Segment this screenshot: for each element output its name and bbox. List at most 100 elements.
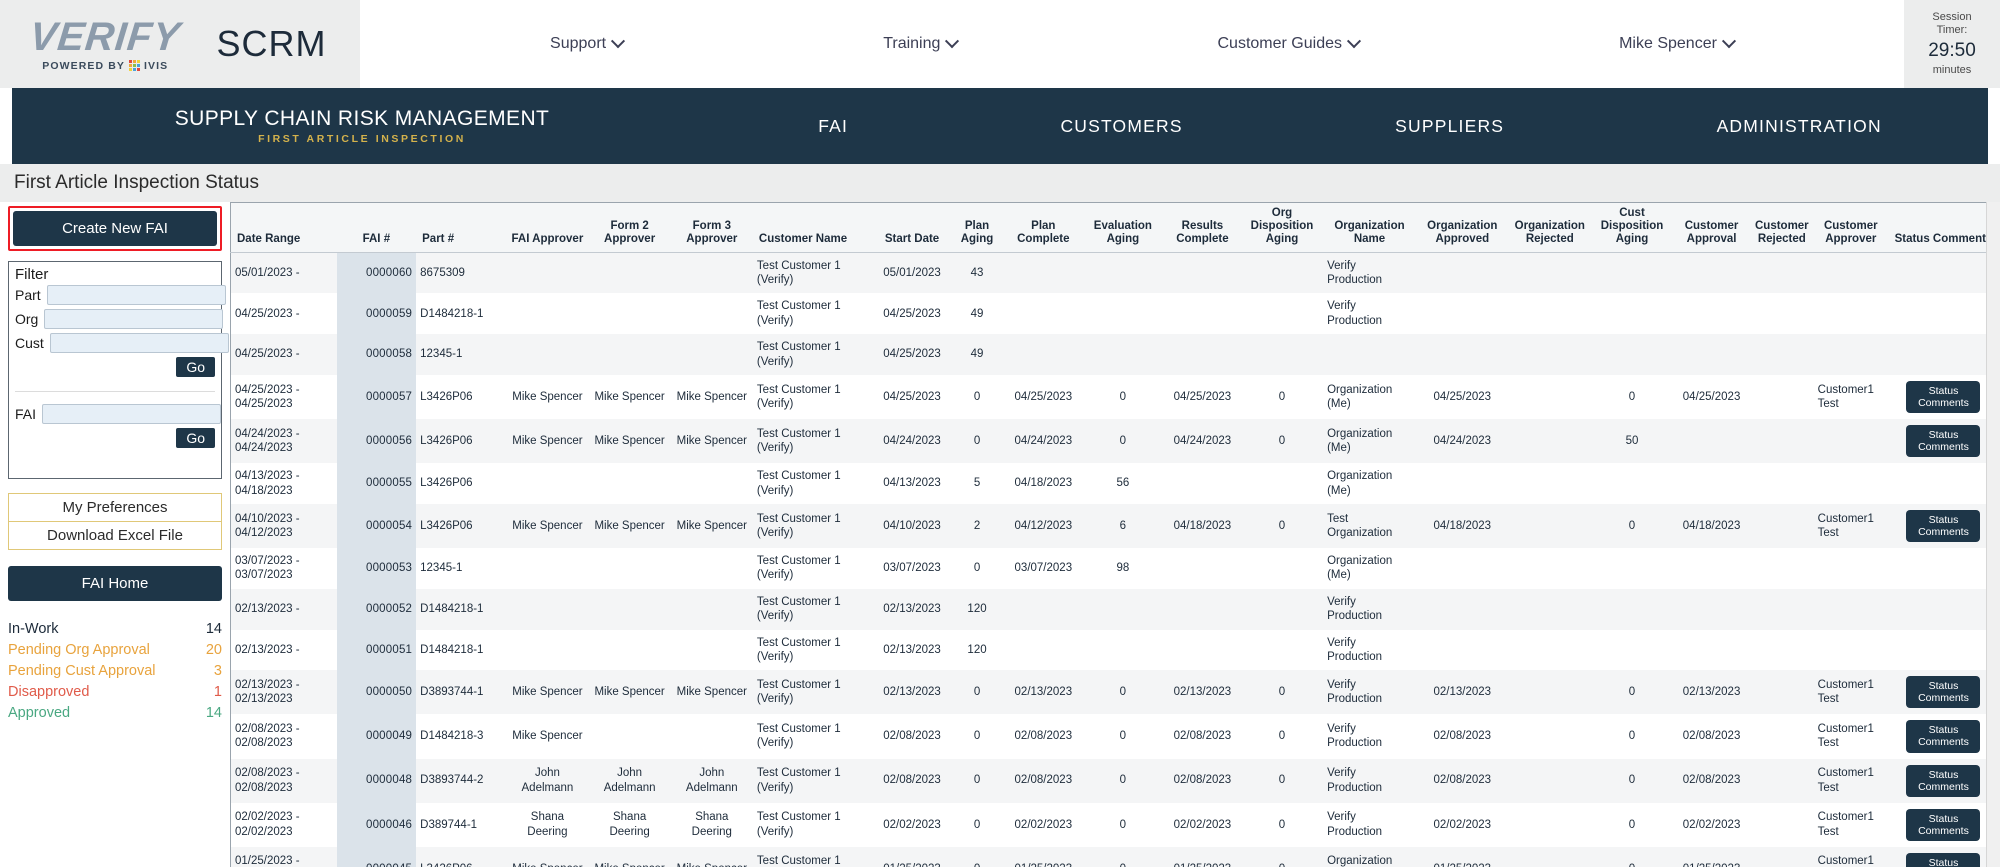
col-part-number[interactable]: Part # — [416, 202, 507, 253]
nav-customer-guides-label: Customer Guides — [1217, 35, 1343, 52]
col-fai-approver[interactable]: FAI Approver — [506, 202, 589, 253]
table-row[interactable]: 01/25/2023 - 01/25/20230000045L3426P06Mi… — [230, 846, 1986, 867]
col-start-date[interactable]: Start Date — [874, 202, 950, 253]
row-fai-number[interactable]: 0000052 — [336, 588, 417, 630]
col-results-complete[interactable]: Results Complete — [1163, 202, 1241, 253]
legend-item-approved[interactable]: Approved 14 — [8, 703, 222, 724]
fai-go-button[interactable]: Go — [176, 428, 215, 448]
fai-home-button[interactable]: FAI Home — [8, 566, 222, 601]
row-fai-number[interactable]: 0000054 — [336, 503, 417, 549]
row-date-range: 04/25/2023 - — [235, 348, 300, 361]
row-plan-complete — [1005, 293, 1082, 334]
col-org-disposition-aging[interactable]: Org Disposition Aging — [1240, 202, 1324, 253]
row-fai-number[interactable]: 0000056 — [336, 419, 417, 464]
my-preferences-link[interactable]: My Preferences — [9, 494, 221, 521]
col-customer-approval[interactable]: Customer Approval — [1673, 202, 1751, 253]
vertical-scrollbar[interactable] — [1986, 202, 2000, 867]
status-comments-button[interactable]: Status Comments — [1906, 720, 1981, 753]
nav-item-administration[interactable]: ADMINISTRATION — [1717, 116, 1882, 137]
row-form3-approver: Mike Spencer — [676, 686, 747, 699]
table-row[interactable]: 05/01/2023 - 0000060 8675309 Test Customer … — [230, 252, 1986, 294]
nav-user-menu[interactable]: Mike Spencer — [1619, 34, 1736, 53]
table-row[interactable]: 02/13/2023 - 02/13/2023 0000050 D3893744-1… — [230, 670, 1986, 715]
nav-customer-guides[interactable]: Customer Guides — [1217, 34, 1362, 53]
col-date-range[interactable]: Date Range — [230, 202, 337, 253]
col-customer-rejected[interactable]: Customer Rejected — [1750, 202, 1814, 253]
status-comments-button[interactable]: Status Comments — [1906, 676, 1981, 709]
table-row[interactable]: 02/02/2023 - 02/02/2023 0000046 D389744-1 S… — [230, 802, 1986, 847]
create-new-fai-button[interactable]: Create New FAI — [13, 211, 217, 246]
nav-item-fai[interactable]: FAI — [818, 116, 848, 137]
row-fai-number[interactable]: 0000046 — [336, 802, 417, 847]
row-start-date: 04/10/2023 — [883, 519, 941, 532]
part-input[interactable] — [46, 285, 226, 305]
table-row[interactable]: 02/08/2023 - 02/08/2023 0000048 D3893744-2… — [230, 758, 1986, 803]
nav-training[interactable]: Training — [883, 34, 960, 53]
table-row[interactable]: 04/25/2023 - 0000058 12345-1 Test Customer … — [230, 334, 1986, 375]
row-fai-number[interactable]: 0000060 — [336, 252, 417, 294]
row-fai-number[interactable]: 0000058 — [336, 334, 417, 375]
table-row[interactable]: 04/25/2023 - 04/25/2023 0000057 L3426P06 Mi… — [230, 374, 1986, 420]
verify-logo[interactable]: VERIFY POWERED BY IVIS — [28, 15, 183, 72]
col-organization-approved[interactable]: Organization Approved — [1415, 202, 1509, 253]
row-customer-rejected — [1750, 589, 1814, 630]
row-fai-number[interactable]: 0000059 — [336, 293, 417, 335]
table-row[interactable]: 04/10/2023 - 04/12/2023 0000054 L3426P06 Mi… — [230, 503, 1986, 549]
row-fai-number[interactable]: 0000057 — [336, 374, 417, 420]
nav-support[interactable]: Support — [550, 34, 626, 53]
nav-item-suppliers[interactable]: SUPPLIERS — [1395, 116, 1504, 137]
legend-item-pending-cust[interactable]: Pending Cust Approval 3 — [8, 661, 222, 682]
row-fai-number[interactable]: 0000049 — [336, 714, 417, 759]
row-evaluation-aging: 0 — [1119, 390, 1127, 403]
row-fai-number[interactable]: 0000045 — [336, 846, 417, 867]
row-fai-number[interactable]: 0000055 — [336, 463, 417, 504]
row-plan-complete — [1005, 334, 1082, 375]
col-cust-disposition-aging[interactable]: Cust Disposition Aging — [1590, 202, 1674, 253]
col-fai-number[interactable]: FAI # — [336, 202, 417, 253]
org-input[interactable] — [44, 309, 224, 329]
row-customer-approver — [1814, 548, 1888, 589]
status-comments-button[interactable]: Status Comments — [1906, 808, 1981, 841]
table-row[interactable]: 02/08/2023 - 02/08/2023 0000049 D1484218-3… — [230, 714, 1986, 759]
row-fai-number[interactable]: 0000050 — [336, 670, 417, 715]
col-customer-approver[interactable]: Customer Approver — [1813, 202, 1888, 253]
status-comments-button[interactable]: Status Comments — [1906, 509, 1981, 543]
col-organization-name[interactable]: Organization Name — [1323, 202, 1416, 253]
row-fai-number[interactable]: 0000048 — [336, 758, 417, 803]
col-customer-name[interactable]: Customer Name — [752, 202, 875, 253]
row-fai-number[interactable]: 0000051 — [336, 629, 417, 671]
status-comments-button[interactable]: Status Comments — [1906, 764, 1981, 797]
cust-input[interactable] — [49, 333, 229, 353]
col-organization-rejected[interactable]: Organization Rejected — [1508, 202, 1591, 253]
status-comments-button[interactable]: Status Comments — [1906, 380, 1981, 414]
row-fai-number[interactable]: 0000053 — [336, 548, 417, 589]
row-organization-approved — [1416, 293, 1509, 334]
table-row[interactable]: 02/13/2023 - 0000052 D1484218-1 Test Custom… — [230, 588, 1986, 630]
row-form2-approver — [589, 548, 671, 589]
row-form2-approver: Mike Spencer — [594, 686, 665, 699]
col-status-comments[interactable]: Status Comments — [1887, 202, 1986, 253]
col-plan-aging[interactable]: Plan Aging — [949, 202, 1005, 253]
filter-go-button[interactable]: Go — [176, 357, 215, 377]
row-cust-disposition-aging: 0 — [1628, 390, 1636, 403]
col-form3-approver[interactable]: Form 3 Approver — [670, 202, 753, 253]
row-customer-approval — [1673, 589, 1750, 630]
status-comments-button[interactable]: Status Comments — [1906, 425, 1981, 458]
legend-item-in-work[interactable]: In-Work 14 — [8, 619, 222, 640]
col-evaluation-aging[interactable]: Evaluation Aging — [1081, 202, 1164, 253]
legend-item-pending-org[interactable]: Pending Org Approval 20 — [8, 640, 222, 661]
nav-item-customers[interactable]: CUSTOMERS — [1060, 116, 1182, 137]
table-row[interactable]: 02/13/2023 - 0000051 D1484218-1 Test Custom… — [230, 629, 1986, 671]
col-form2-approver[interactable]: Form 2 Approver — [588, 202, 671, 253]
fai-input[interactable] — [42, 404, 222, 424]
row-date-range: 02/08/2023 - 02/08/2023 — [235, 723, 300, 750]
status-comments-button[interactable]: Status Comments — [1906, 852, 1981, 867]
col-plan-complete[interactable]: Plan Complete — [1004, 202, 1082, 253]
row-org-disposition-aging — [1241, 589, 1323, 630]
table-row[interactable]: 04/25/2023 - 0000059 D1484218-1 Test Custom… — [230, 293, 1986, 335]
table-row[interactable]: 04/24/2023 - 04/24/2023 0000056 L3426P06 Mi… — [230, 419, 1986, 464]
table-row[interactable]: 04/13/2023 - 04/18/2023 0000055 L3426P06 Te… — [230, 463, 1986, 504]
download-excel-link[interactable]: Download Excel File — [9, 521, 221, 549]
legend-item-disapproved[interactable]: Disapproved 1 — [8, 682, 222, 703]
table-row[interactable]: 03/07/2023 - 03/07/2023 0000053 12345-1 Tes… — [230, 548, 1986, 589]
